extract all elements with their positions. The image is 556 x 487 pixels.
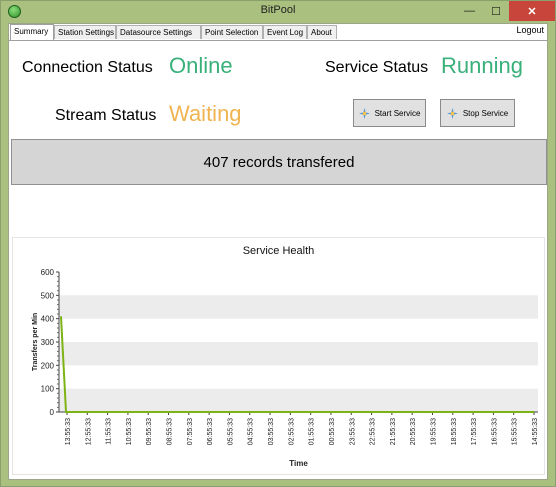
tab-about[interactable]: About — [307, 25, 337, 39]
x-axis-title: Time — [289, 459, 308, 468]
x-tick-label: 03:55:33 — [268, 418, 275, 445]
tab-point-selection[interactable]: Point Selection — [201, 25, 263, 39]
chart-band — [59, 295, 538, 319]
title-bar[interactable]: BitPool — ☐ ✕ — [1, 1, 555, 23]
service-health-chart-panel: Service Health 0 100 200 300 400 500 600 13:55:… — [12, 237, 545, 475]
x-tick-label: 01:55:33 — [309, 418, 316, 445]
service-health-chart: 0 100 200 300 400 500 600 13:55:33 12:55:33 11:55… — [32, 268, 539, 468]
x-tick-label: 12:55:33 — [85, 418, 92, 445]
service-gear-icon — [446, 107, 458, 119]
x-tick-label: 07:55:33 — [187, 418, 194, 445]
x-tick-label: 17:55:33 — [471, 418, 478, 445]
x-tick-label: 22:55:33 — [370, 418, 377, 445]
x-tick-label: 19:55:33 — [430, 418, 437, 445]
service-gear-icon — [358, 107, 370, 119]
stop-service-button[interactable]: Stop Service — [440, 99, 515, 127]
y-tick-label: 0 — [50, 408, 55, 417]
stream-status-label: Stream Status — [55, 107, 157, 124]
app-window: BitPool — ☐ ✕ Summary Station Settings D… — [0, 0, 556, 487]
y-tick-label: 300 — [41, 338, 55, 347]
y-tick-label: 600 — [41, 268, 55, 277]
x-tick-label: 09:55:33 — [146, 418, 153, 445]
start-service-label: Start Service — [374, 108, 421, 118]
x-tick-label: 21:55:33 — [390, 418, 397, 445]
x-tick-label: 02:55:33 — [288, 418, 295, 445]
x-tick-label: 23:55:33 — [349, 418, 356, 445]
x-tick-label: 18:55:33 — [451, 418, 458, 445]
logout-link[interactable]: Logout — [516, 25, 544, 35]
close-button[interactable]: ✕ — [509, 1, 555, 21]
tab-station-settings[interactable]: Station Settings — [54, 25, 116, 39]
tab-bar: Summary Station Settings Datasource Sett… — [9, 24, 547, 41]
chart-band — [59, 388, 538, 412]
stream-status-value: Waiting — [169, 101, 242, 126]
records-transferred-banner: 407 records transfered — [11, 139, 547, 185]
start-service-button[interactable]: Start Service — [353, 99, 426, 127]
x-tick-label: 10:55:33 — [126, 418, 133, 445]
y-axis-title: Transfers per Min — [32, 313, 39, 371]
connection-status-value: Online — [169, 53, 233, 78]
main-content: Summary Station Settings Datasource Sett… — [8, 23, 548, 480]
minimize-button[interactable]: — — [456, 1, 483, 21]
x-tick-label: 04:55:33 — [248, 418, 255, 445]
x-tick-label: 14:55:33 — [532, 418, 539, 445]
x-tick-label: 05:55:33 — [227, 418, 234, 445]
maximize-button[interactable]: ☐ — [483, 1, 509, 21]
service-status-value: Running — [441, 53, 523, 78]
x-tick-label: 08:55:33 — [167, 418, 174, 445]
y-tick-label: 500 — [41, 291, 55, 300]
tab-summary[interactable]: Summary — [10, 24, 54, 40]
x-tick-label: 11:55:33 — [106, 418, 113, 445]
tab-event-log[interactable]: Event Log — [263, 25, 307, 39]
x-tick-label: 20:55:33 — [410, 418, 417, 445]
x-tick-label: 06:55:33 — [207, 418, 214, 445]
x-tick-label: 13:55:33 — [65, 418, 72, 445]
y-tick-label: 100 — [41, 385, 55, 394]
x-tick-label: 16:55:33 — [491, 418, 498, 445]
x-tick-label: 00:55:33 — [329, 418, 336, 445]
y-tick-label: 200 — [41, 361, 55, 370]
tab-datasource-settings[interactable]: Datasource Settings — [116, 25, 201, 39]
stop-service-label: Stop Service — [462, 108, 509, 118]
service-status-label: Service Status — [325, 59, 429, 76]
connection-status-label: Connection Status — [22, 59, 153, 76]
chart-band — [59, 342, 538, 366]
x-tick-label: 15:55:33 — [512, 418, 519, 445]
y-tick-label: 400 — [41, 315, 55, 324]
